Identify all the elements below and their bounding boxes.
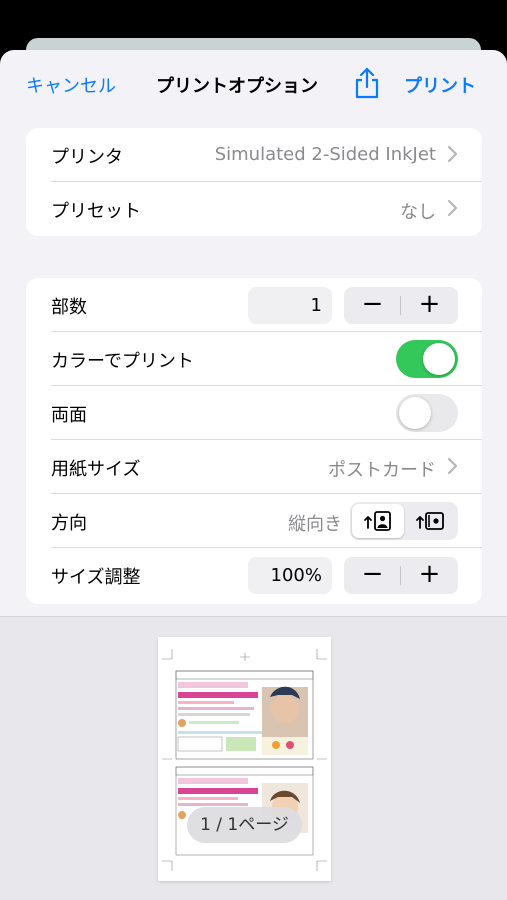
copies-stepper: − + [344, 287, 458, 324]
copies-row: 部数 1 − + [26, 278, 482, 332]
preset-row[interactable]: プリセット なし [26, 182, 482, 236]
paper-size-row[interactable]: 用紙サイズ ポストカード [26, 440, 482, 494]
portrait-orientation-icon [364, 511, 391, 531]
scaling-decrement-button[interactable]: − [344, 557, 401, 594]
print-options-group: 部数 1 − + カラーでプリント 両面 用紙サイズ ポストカード 方向 縦向き… [26, 278, 482, 604]
copies-label: 部数 [51, 297, 87, 318]
color-print-label: カラーでプリント [51, 351, 194, 372]
scaling-increment-button[interactable]: + [401, 557, 458, 594]
copies-field[interactable]: 1 [248, 287, 332, 324]
page-preview-image [162, 649, 327, 871]
orientation-value: 縦向き [288, 514, 342, 535]
duplex-label: 両面 [51, 405, 87, 426]
toggle-knob [423, 343, 455, 375]
share-icon[interactable] [352, 66, 382, 100]
chevron-right-icon [446, 456, 458, 476]
copies-increment-button[interactable]: + [401, 287, 458, 324]
navigation-bar: キャンセル プリントオプション プリント [0, 50, 507, 120]
printer-label: プリンタ [51, 147, 123, 168]
duplex-toggle[interactable] [396, 394, 458, 432]
printer-row[interactable]: プリンタ Simulated 2-Sided InkJet [26, 128, 482, 182]
paper-size-label: 用紙サイズ [51, 459, 141, 480]
color-print-row: カラーでプリント [26, 332, 482, 386]
landscape-orientation-icon [416, 512, 444, 530]
page-indicator: 1 / 1ページ [187, 807, 302, 843]
printer-value: Simulated 2-Sided InkJet [214, 144, 436, 165]
paper-size-value: ポストカード [328, 460, 436, 481]
scaling-field[interactable]: 100% [248, 557, 332, 594]
scaling-label: サイズ調整 [51, 567, 141, 588]
duplex-row: 両面 [26, 386, 482, 440]
printer-settings-group: プリンタ Simulated 2-Sided InkJet プリセット なし [26, 128, 482, 236]
orientation-row: 方向 縦向き [26, 494, 482, 548]
cancel-button[interactable]: キャンセル [26, 72, 116, 98]
preset-value: なし [400, 202, 436, 223]
toggle-knob [399, 397, 431, 429]
page-thumbnail[interactable] [158, 637, 331, 881]
portrait-option[interactable] [352, 504, 404, 538]
print-options-sheet: キャンセル プリントオプション プリント プリンタ Simulated 2-Si… [0, 50, 507, 900]
chevron-right-icon [446, 144, 458, 164]
color-print-toggle[interactable] [396, 340, 458, 378]
orientation-label: 方向 [51, 513, 87, 534]
scaling-stepper: − + [344, 557, 458, 594]
chevron-right-icon [446, 198, 458, 218]
copies-decrement-button[interactable]: − [344, 287, 401, 324]
print-button[interactable]: プリント [404, 72, 476, 98]
preset-label: プリセット [51, 201, 141, 222]
scaling-row: サイズ調整 100% − + [26, 548, 482, 602]
orientation-segmented-control [350, 502, 458, 540]
page-title: プリントオプション [156, 76, 318, 97]
landscape-option[interactable] [404, 504, 456, 538]
print-preview-area: 1 / 1ページ [0, 616, 507, 900]
